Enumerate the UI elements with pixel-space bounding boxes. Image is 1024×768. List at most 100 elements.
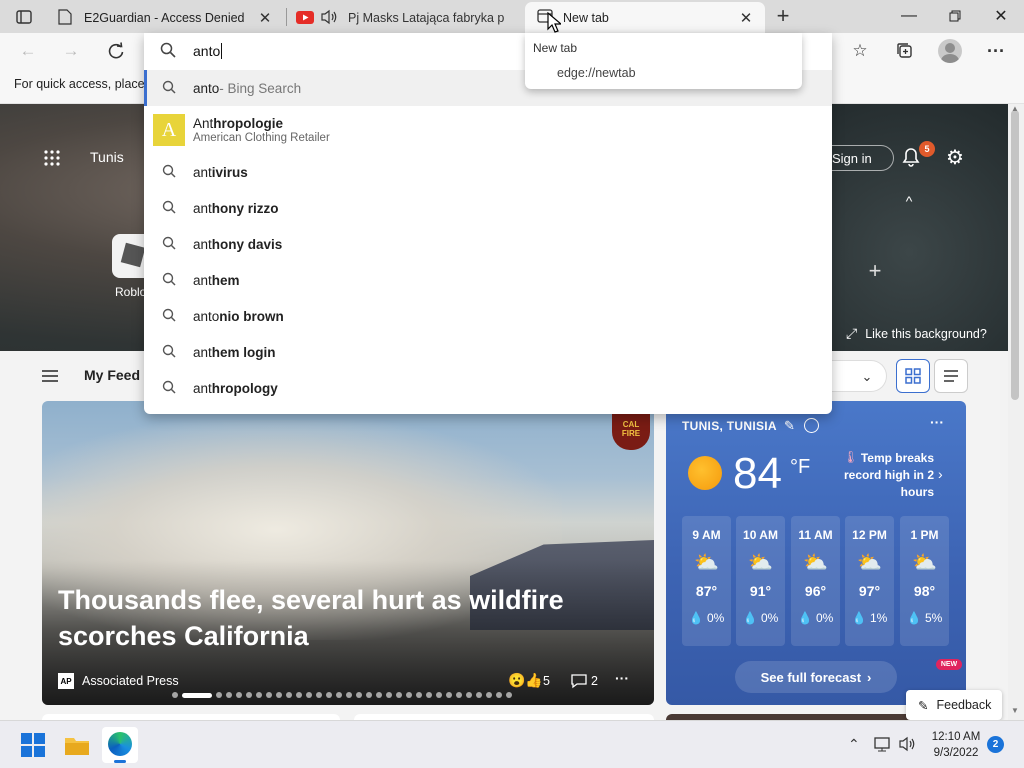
sun-icon (688, 456, 722, 490)
rain-drop-icon: 💧 (797, 611, 813, 625)
collections-icon[interactable] (890, 36, 920, 66)
close-icon[interactable]: ✕ (254, 7, 276, 29)
chevron-up-icon[interactable]: ^ (900, 193, 918, 209)
page-icon (58, 9, 74, 25)
rain-drop-icon: 💧 (906, 611, 922, 625)
minimize-icon[interactable]: — (886, 0, 932, 32)
suggestion-item[interactable]: ant hony rizzo (144, 190, 832, 226)
taskbar (0, 720, 1024, 768)
file-explorer-icon[interactable] (64, 734, 90, 761)
suggestion-item[interactable]: ant hem (144, 262, 832, 298)
carousel-dot-active[interactable] (182, 692, 212, 698)
add-favorite-icon[interactable]: ☆ (845, 36, 875, 66)
suggestion-item[interactable]: ant ivirus (144, 154, 832, 190)
volume-icon[interactable] (898, 736, 916, 757)
feed-tab-label[interactable]: My Feed (84, 367, 140, 383)
weather-location[interactable]: TUNIS, TUNISIA (682, 419, 777, 433)
tab-pjmasks[interactable]: Pj Masks Latająca fabryka p (286, 3, 522, 33)
chevron-right-icon: › (867, 669, 872, 685)
globe-icon[interactable] (804, 418, 819, 433)
chevron-right-icon[interactable]: › (938, 466, 943, 482)
close-window-icon[interactable]: ✕ (978, 0, 1024, 32)
search-icon (160, 42, 176, 61)
forward-icon[interactable]: → (56, 36, 86, 66)
new-tab-plus-icon[interactable]: + (770, 3, 796, 28)
network-icon[interactable] (874, 736, 892, 757)
suggestion-prefix: ant (193, 272, 212, 288)
comment-count: 2 (591, 674, 598, 688)
close-icon[interactable]: ✕ (735, 7, 757, 29)
speaker-icon[interactable] (320, 9, 337, 25)
back-icon[interactable]: ← (13, 36, 43, 66)
like-background-link[interactable]: ⤢ Like this background? (846, 325, 987, 342)
list-view-button[interactable] (934, 359, 968, 393)
hour-temp: 91° (749, 583, 772, 599)
tab-newtab[interactable]: New tab ✕ (525, 2, 765, 33)
article-more-icon[interactable]: ··· (615, 670, 629, 686)
edge-taskbar-button[interactable] (102, 727, 138, 763)
suggestion-item[interactable]: anto nio brown (144, 298, 832, 334)
scroll-up-icon[interactable]: ▲ (1011, 104, 1019, 113)
clock[interactable]: 12:10 AM 9/3/2022 (930, 729, 982, 761)
more-menu-icon[interactable]: ··· (981, 36, 1011, 66)
tab-e2guardian[interactable]: E2Guardian - Access Denied ✕ (46, 3, 284, 33)
clock-date: 9/3/2022 (933, 747, 979, 759)
address-bar-input[interactable]: anto (193, 43, 223, 59)
tab-actions-icon[interactable] (10, 6, 38, 28)
suggestion-prefix: ant (193, 344, 212, 360)
hourly-forecast-item: 1 PM ⛅ 98° 💧 5% (900, 516, 949, 646)
sign-in-button[interactable]: Sign in (832, 145, 894, 171)
hour-temp: 87° (695, 583, 718, 599)
suggestion-completion: hony rizzo (211, 200, 279, 216)
mouse-cursor-icon (547, 11, 563, 39)
article-headline[interactable]: Thousands flee, several hurt as wildfire… (58, 582, 598, 654)
weather-more-icon[interactable]: ··· (930, 414, 944, 430)
clock-time: 12:10 AM (931, 731, 981, 743)
refresh-icon[interactable] (101, 36, 131, 66)
suggestion-item[interactable]: ant hropology (144, 370, 832, 406)
apps-grid-icon[interactable] (40, 146, 64, 170)
search-icon (160, 164, 178, 181)
settings-gear-icon[interactable]: ⚙ (943, 145, 967, 169)
notification-badge: 5 (919, 141, 935, 157)
partly-sunny-icon: ⛅ (694, 552, 719, 574)
reaction-count: 5 (543, 674, 550, 688)
scroll-down-icon[interactable]: ▼ (1011, 706, 1019, 715)
windows-start-icon[interactable] (21, 733, 45, 762)
restore-icon[interactable] (932, 0, 978, 32)
comment-icon[interactable] (570, 673, 588, 689)
hamburger-menu-icon[interactable] (38, 365, 62, 387)
weather-alert[interactable]: Temp breaks record high in 2 hours (838, 450, 934, 501)
edit-pencil-icon[interactable]: ✎ (784, 418, 795, 434)
roblox-icon (120, 242, 146, 268)
article-source[interactable]: Associated Press (82, 674, 179, 688)
search-icon (160, 236, 178, 253)
suggestion-completion: hropologie (213, 116, 284, 131)
list-view-icon (944, 370, 958, 382)
chevron-up-tray-icon[interactable]: ⌃ (848, 736, 860, 753)
profile-avatar[interactable] (938, 39, 962, 63)
active-indicator (114, 760, 126, 763)
suggestion-anthropologie[interactable]: A Anthropologie American Clothing Retail… (144, 110, 832, 150)
reaction-emoji-icon[interactable]: 😮👍 (508, 672, 543, 689)
suggestion-text: anto (193, 80, 220, 96)
suggestion-item[interactable]: ant hem login (144, 334, 832, 370)
feedback-button[interactable]: ✎ Feedback (906, 690, 1002, 720)
scrollbar-thumb[interactable] (1011, 110, 1019, 400)
expand-arrow-icon: ⤢ (846, 325, 858, 341)
suggestion-item[interactable]: ant hony davis (144, 226, 832, 262)
notification-center-badge[interactable]: 2 (987, 736, 1004, 753)
hour-temp: 96° (804, 583, 827, 599)
suggestion-prefix: ant (193, 236, 212, 252)
content-visibility-select[interactable]: ⌄ (832, 360, 887, 392)
like-background-label: Like this background? (865, 326, 987, 341)
hover-card-title: New tab (533, 41, 578, 55)
add-site-plus-icon[interactable]: + (864, 258, 886, 283)
grid-view-button[interactable] (896, 359, 930, 393)
suggestion-subtitle: American Clothing Retailer (193, 132, 330, 144)
text-cursor (221, 43, 223, 59)
search-icon (160, 272, 178, 289)
see-full-forecast-button[interactable]: See full forecast › (735, 661, 897, 693)
temp-unit[interactable]: °F (790, 456, 810, 479)
location-label[interactable]: Tunis (90, 149, 124, 165)
